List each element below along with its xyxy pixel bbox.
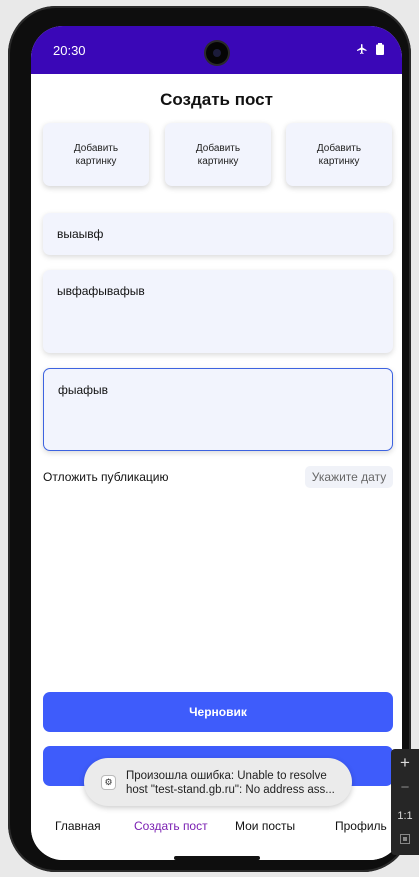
add-image-button-3[interactable]: Добавить картинку (286, 123, 392, 186)
error-toast: ⚙ Произошла ошибка: Unable to resolve ho… (84, 758, 352, 806)
actual-size-button[interactable]: 1:1 (391, 810, 419, 822)
zoom-out-button[interactable]: − (391, 779, 419, 796)
zoom-in-button[interactable]: + (391, 753, 419, 773)
emulator-frame: 20:30 Создать пост Добавить картинку Доб… (0, 0, 419, 877)
toast-line-2: host "test-stand.gb.ru": No address ass.… (126, 784, 335, 796)
select-date-button[interactable]: Укажите дату (305, 466, 393, 488)
status-bar: 20:30 (31, 26, 402, 74)
toast-line-1: Произошла ошибка: Unable to resolve (126, 770, 327, 782)
page-title: Создать пост (160, 90, 273, 109)
draft-button[interactable]: Черновик (43, 692, 393, 732)
nav-home[interactable]: Главная (55, 819, 101, 833)
battery-icon (376, 43, 384, 55)
post-tags-value: фыафыв (58, 383, 109, 397)
post-title-input[interactable]: выаывф (43, 213, 393, 255)
nav-my-posts[interactable]: Мои посты (235, 819, 295, 833)
airplane-mode-icon (357, 44, 367, 54)
fit-screen-icon[interactable] (391, 833, 419, 847)
emulator-side-toolbar: + − 1:1 (391, 749, 419, 855)
add-image-label: Добавить картинку (195, 142, 241, 167)
delay-publication-label: Отложить публикацию (43, 470, 169, 484)
nav-create-post[interactable]: Создать пост (134, 819, 208, 833)
home-gesture-bar[interactable] (174, 856, 260, 860)
app-icon: ⚙ (102, 776, 115, 789)
status-icons (356, 43, 384, 55)
status-time: 20:30 (53, 43, 86, 58)
device-screen: 20:30 Создать пост Добавить картинку Доб… (31, 26, 402, 860)
add-image-label: Добавить картинку (73, 142, 119, 167)
post-title-value: выаывф (57, 227, 104, 241)
front-camera-icon (206, 42, 228, 64)
add-image-button-2[interactable]: Добавить картинку (165, 123, 271, 186)
phone-body: 20:30 Создать пост Добавить картинку Доб… (8, 6, 411, 872)
bottom-navigation: Главная Создать пост Мои посты Профиль (31, 798, 402, 860)
toast-message: Произошла ошибка: Unable to resolve host… (126, 769, 340, 797)
post-description-input[interactable]: ывфафывафыв (43, 270, 393, 353)
post-description-value: ывфафывафыв (57, 284, 145, 298)
post-tags-input[interactable]: фыафыв (43, 368, 393, 451)
add-image-label: Добавить картинку (316, 142, 362, 167)
nav-profile[interactable]: Профиль (335, 819, 387, 833)
add-image-button-1[interactable]: Добавить картинку (43, 123, 149, 186)
